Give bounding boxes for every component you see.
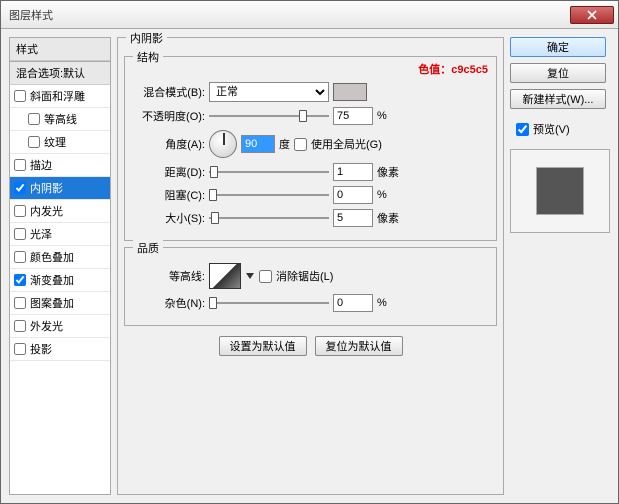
sidebar-item-4[interactable]: 内阴影 — [10, 177, 110, 200]
choke-label: 阻塞(C): — [133, 187, 205, 203]
noise-input[interactable] — [333, 294, 373, 312]
angle-unit: 度 — [279, 136, 290, 152]
choke-input[interactable] — [333, 186, 373, 204]
blend-mode-select[interactable]: 正常 — [209, 82, 329, 102]
structure-legend: 结构 — [133, 49, 163, 65]
sidebar-item-label: 描边 — [30, 157, 52, 173]
sidebar-item-label: 内发光 — [30, 203, 63, 219]
sidebar-item-label: 内阴影 — [30, 180, 63, 196]
contour-swatch[interactable] — [209, 263, 241, 289]
sidebar-checkbox-8[interactable] — [14, 274, 26, 286]
distance-unit: 像素 — [377, 164, 403, 180]
sidebar-checkbox-2[interactable] — [28, 136, 40, 148]
titlebar: 图层样式 — [1, 1, 618, 29]
sidebar-heading-blend[interactable]: 混合选项:默认 — [10, 61, 110, 85]
global-light-checkbox[interactable] — [294, 138, 307, 151]
sidebar-item-label: 投影 — [30, 341, 52, 357]
angle-label: 角度(A): — [133, 136, 205, 152]
content: 样式 混合选项:默认 斜面和浮雕等高线纹理描边内阴影内发光光泽颜色叠加渐变叠加图… — [1, 29, 618, 503]
sidebar-item-label: 斜面和浮雕 — [30, 88, 85, 104]
color-annotation: 色值：c9c5c5 — [418, 64, 488, 76]
choke-slider[interactable] — [209, 188, 329, 202]
global-light-label: 使用全局光(G) — [311, 136, 382, 152]
preview-checkbox[interactable] — [516, 123, 529, 136]
sidebar-item-3[interactable]: 描边 — [10, 154, 110, 177]
reset-default-button[interactable]: 复位为默认值 — [315, 336, 403, 356]
sidebar-checkbox-3[interactable] — [14, 159, 26, 171]
distance-label: 距离(D): — [133, 164, 205, 180]
antialias-checkbox[interactable] — [259, 270, 272, 283]
sidebar-checkbox-10[interactable] — [14, 320, 26, 332]
opacity-unit: % — [377, 110, 403, 122]
sidebar-checkbox-5[interactable] — [14, 205, 26, 217]
contour-label: 等高线: — [133, 268, 205, 284]
opacity-slider[interactable] — [209, 109, 329, 123]
noise-label: 杂色(N): — [133, 295, 205, 311]
antialias-label: 消除锯齿(L) — [276, 268, 333, 284]
close-icon — [587, 10, 597, 20]
sidebar-item-label: 等高线 — [44, 111, 77, 127]
preview-box — [510, 149, 610, 233]
preview-swatch — [536, 167, 584, 215]
sidebar-item-1[interactable]: 等高线 — [10, 108, 110, 131]
noise-slider[interactable] — [209, 296, 329, 310]
contour-dropdown-icon[interactable] — [245, 273, 255, 279]
close-button[interactable] — [570, 6, 614, 24]
panel-title: 内阴影 — [126, 30, 167, 46]
sidebar-item-8[interactable]: 渐变叠加 — [10, 269, 110, 292]
opacity-input[interactable] — [333, 107, 373, 125]
sidebar-item-label: 纹理 — [44, 134, 66, 150]
sidebar-item-label: 渐变叠加 — [30, 272, 74, 288]
sidebar-checkbox-6[interactable] — [14, 228, 26, 240]
ok-button[interactable]: 确定 — [510, 37, 606, 57]
sidebar-item-6[interactable]: 光泽 — [10, 223, 110, 246]
size-input[interactable] — [333, 209, 373, 227]
angle-input[interactable] — [241, 135, 275, 153]
layer-style-dialog: 图层样式 样式 混合选项:默认 斜面和浮雕等高线纹理描边内阴影内发光光泽颜色叠加… — [0, 0, 619, 504]
reset-button[interactable]: 复位 — [510, 63, 606, 83]
size-slider[interactable] — [209, 211, 329, 225]
preview-label: 预览(V) — [533, 121, 570, 137]
sidebar-checkbox-0[interactable] — [14, 90, 26, 102]
sidebar-item-label: 外发光 — [30, 318, 63, 334]
sidebar-item-5[interactable]: 内发光 — [10, 200, 110, 223]
sidebar-checkbox-4[interactable] — [14, 182, 26, 194]
sidebar: 样式 混合选项:默认 斜面和浮雕等高线纹理描边内阴影内发光光泽颜色叠加渐变叠加图… — [9, 37, 111, 495]
sidebar-checkbox-1[interactable] — [28, 113, 40, 125]
sidebar-item-7[interactable]: 颜色叠加 — [10, 246, 110, 269]
main-area: 内阴影 结构 色值：c9c5c5 混合模式(B): 正常 不透明度 — [117, 37, 610, 495]
window-title: 图层样式 — [9, 7, 570, 23]
noise-unit: % — [377, 297, 403, 309]
sidebar-item-10[interactable]: 外发光 — [10, 315, 110, 338]
sidebar-item-label: 光泽 — [30, 226, 52, 242]
color-swatch[interactable] — [333, 83, 367, 101]
structure-fieldset: 结构 色值：c9c5c5 混合模式(B): 正常 不透明度(O): — [124, 56, 497, 241]
size-label: 大小(S): — [133, 210, 205, 226]
distance-slider[interactable] — [209, 165, 329, 179]
sidebar-checkbox-11[interactable] — [14, 343, 26, 355]
quality-fieldset: 品质 等高线: 消除锯齿(L) 杂色(N): % — [124, 247, 497, 326]
blend-mode-label: 混合模式(B): — [133, 84, 205, 100]
opacity-label: 不透明度(O): — [133, 108, 205, 124]
sidebar-item-11[interactable]: 投影 — [10, 338, 110, 361]
sidebar-item-label: 图案叠加 — [30, 295, 74, 311]
distance-input[interactable] — [333, 163, 373, 181]
size-unit: 像素 — [377, 210, 403, 226]
sidebar-heading-styles[interactable]: 样式 — [10, 37, 110, 61]
new-style-button[interactable]: 新建样式(W)... — [510, 89, 606, 109]
sidebar-item-2[interactable]: 纹理 — [10, 131, 110, 154]
sidebar-item-label: 颜色叠加 — [30, 249, 74, 265]
quality-legend: 品质 — [133, 240, 163, 256]
sidebar-item-9[interactable]: 图案叠加 — [10, 292, 110, 315]
right-column: 确定 复位 新建样式(W)... 预览(V) — [510, 37, 610, 495]
sidebar-item-0[interactable]: 斜面和浮雕 — [10, 85, 110, 108]
sidebar-checkbox-9[interactable] — [14, 297, 26, 309]
inner-shadow-panel: 内阴影 结构 色值：c9c5c5 混合模式(B): 正常 不透明度 — [117, 37, 504, 495]
make-default-button[interactable]: 设置为默认值 — [219, 336, 307, 356]
sidebar-checkbox-7[interactable] — [14, 251, 26, 263]
angle-dial[interactable] — [209, 130, 237, 158]
choke-unit: % — [377, 189, 403, 201]
